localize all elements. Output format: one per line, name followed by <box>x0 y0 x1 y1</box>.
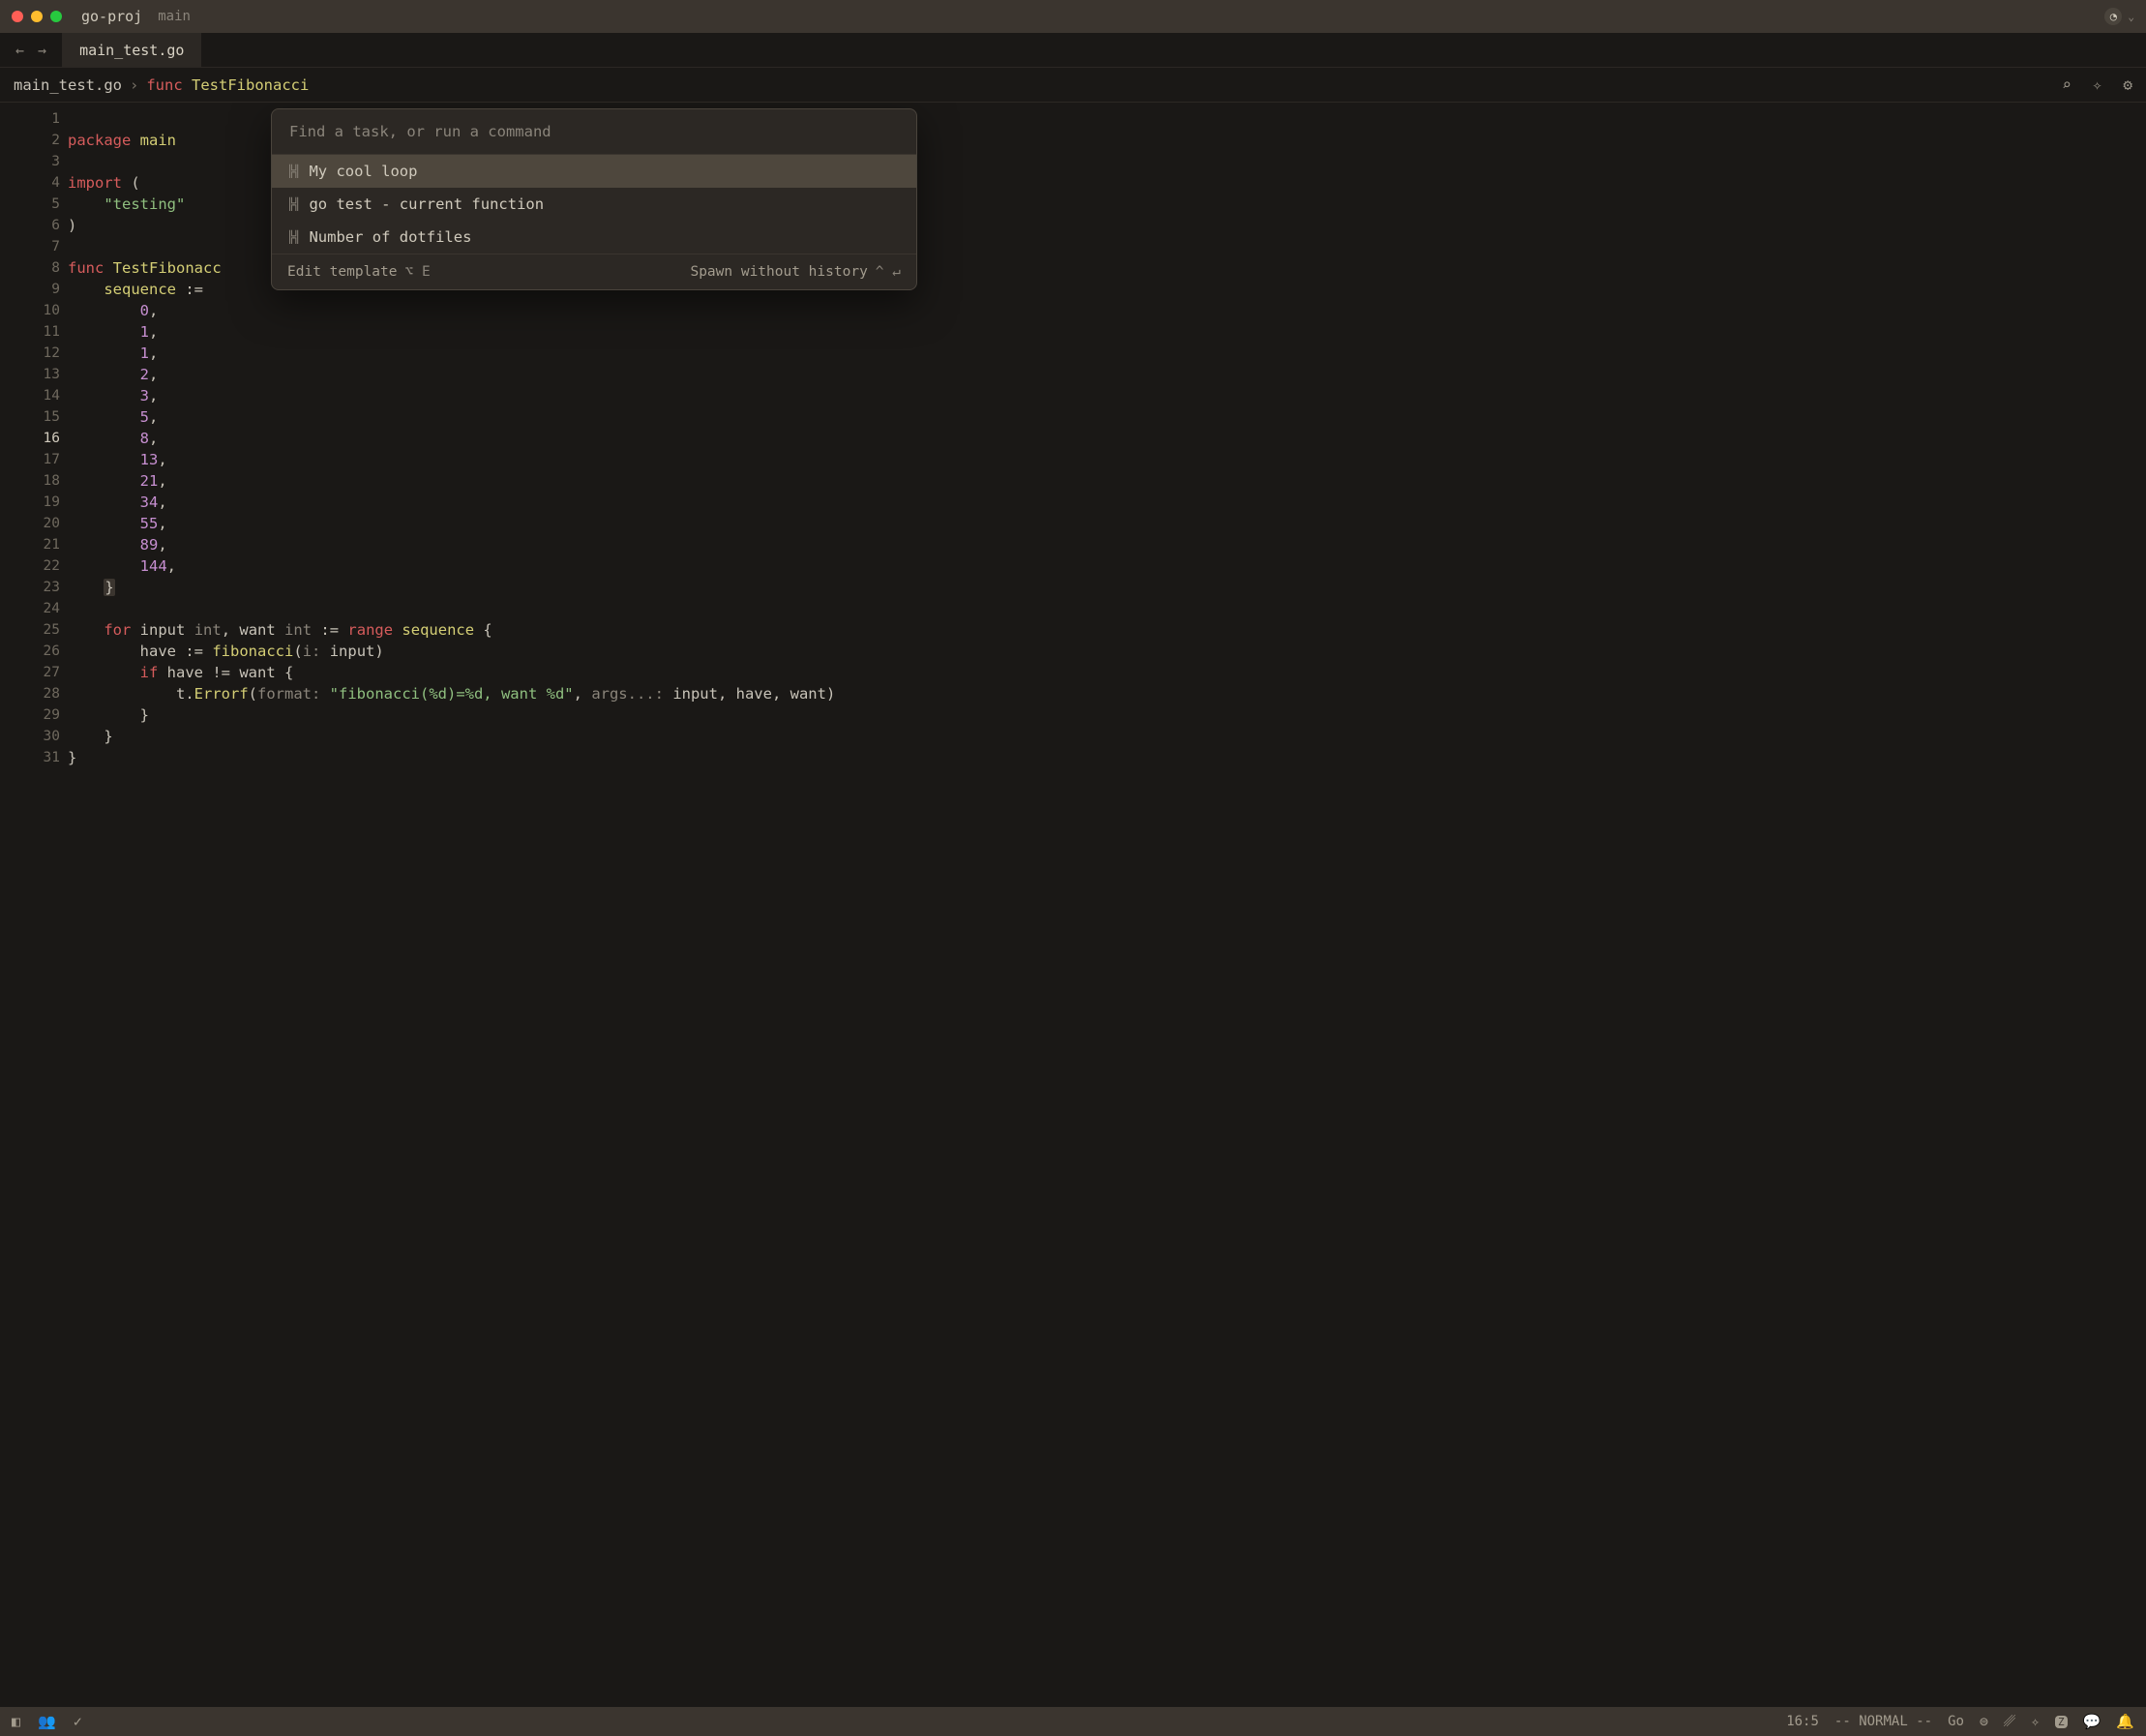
gutter-line: 15 <box>0 406 60 428</box>
ai-assist-icon[interactable]: ✧ <box>2031 1713 2040 1730</box>
breadcrumb-sep: › <box>130 76 138 94</box>
breadcrumb-bar: main_test.go › func TestFibonacci ⌕ ✧ ⚙ <box>0 68 2146 103</box>
project-name: go-proj <box>81 8 142 25</box>
ai-sparkle-icon[interactable]: ✧ <box>2093 75 2102 94</box>
tab-main-test-go[interactable]: main_test.go <box>62 33 202 67</box>
git-branch[interactable]: main <box>158 9 191 24</box>
search-icon[interactable]: ⌕ <box>2062 75 2071 94</box>
gutter-line: 16 <box>0 428 60 449</box>
user-avatar-icon[interactable]: ◔ <box>2104 8 2122 25</box>
diagnostics-ok-icon[interactable]: ✓ <box>74 1713 82 1730</box>
gutter-line: 12 <box>0 343 60 364</box>
gutter-line: 6 <box>0 215 60 236</box>
gutter-line: 10 <box>0 300 60 321</box>
cursor-position[interactable]: 16:5 <box>1786 1714 1819 1729</box>
gutter-line: 19 <box>0 492 60 513</box>
task-tree-icon: ╠╣ <box>287 197 299 211</box>
gutter-line: 7 <box>0 236 60 257</box>
terminal-icon[interactable]: ␥ <box>2004 1713 2015 1730</box>
notifications-icon[interactable]: 🔔 <box>2116 1713 2134 1730</box>
gutter-line: 18 <box>0 470 60 492</box>
minimize-window[interactable] <box>31 11 43 22</box>
gutter-line: 5 <box>0 194 60 215</box>
vim-mode: -- NORMAL -- <box>1834 1714 1932 1729</box>
breadcrumb-kw: func <box>146 76 182 94</box>
palette-item-label: Number of dotfiles <box>309 228 471 246</box>
command-palette: ╠╣ My cool loop ╠╣ go test - current functi… <box>271 108 917 290</box>
gutter-line: 3 <box>0 151 60 172</box>
gutter-line: 23 <box>0 577 60 598</box>
breadcrumb-fn[interactable]: TestFibonacci <box>192 76 309 94</box>
nav-forward-icon[interactable]: → <box>38 42 46 59</box>
palette-item[interactable]: ╠╣ My cool loop <box>272 155 916 188</box>
language-mode[interactable]: Go <box>1948 1714 1964 1729</box>
tab-label: main_test.go <box>79 42 184 59</box>
palette-item-label: go test - current function <box>309 195 544 213</box>
palette-item[interactable]: ╠╣ go test - current function <box>272 188 916 221</box>
palette-input[interactable] <box>272 109 916 154</box>
gutter-line: 25 <box>0 619 60 641</box>
gutter-line: 2 <box>0 130 60 151</box>
gutter-line: 31 <box>0 747 60 768</box>
gutter-line: 8 <box>0 257 60 279</box>
gutter-line: 27 <box>0 662 60 683</box>
palette-edit-kbd: ⌥ E <box>405 264 431 280</box>
panel-left-icon[interactable]: ◧ <box>12 1713 20 1730</box>
tabstrip: ← → main_test.go <box>0 33 2146 68</box>
code-area[interactable]: package main import ( "testing" ) func T… <box>68 103 2146 1707</box>
statusbar: ◧ 👥 ✓ 16:5 -- NORMAL -- Go ⊜ ␥ ✧ Z 💬 🔔 <box>0 1707 2146 1736</box>
gutter-line: 21 <box>0 534 60 555</box>
gutter-line: 14 <box>0 385 60 406</box>
gutter-line: 1 <box>0 108 60 130</box>
settings-sliders-icon[interactable]: ⚙ <box>2123 75 2132 94</box>
task-tree-icon: ╠╣ <box>287 230 299 244</box>
gutter-line: 30 <box>0 726 60 747</box>
breadcrumb-file[interactable]: main_test.go <box>14 76 122 94</box>
zoom-window[interactable] <box>50 11 62 22</box>
palette-edit-template[interactable]: Edit template <box>287 264 398 280</box>
gutter-line: 17 <box>0 449 60 470</box>
chevron-down-icon[interactable]: ⌄ <box>2128 11 2134 23</box>
gutter-line: 24 <box>0 598 60 619</box>
editor[interactable]: 1234567891011121314151617181920212223242… <box>0 103 2146 1707</box>
palette-item-label: My cool loop <box>309 163 417 180</box>
titlebar: go-proj main ◔ ⌄ <box>0 0 2146 33</box>
copilot-icon[interactable]: ⊜ <box>1980 1713 1988 1730</box>
gutter-line: 11 <box>0 321 60 343</box>
zed-icon[interactable]: Z <box>2055 1716 2068 1728</box>
gutter-line: 13 <box>0 364 60 385</box>
palette-spawn-kbd: ^ ↵ <box>876 264 901 280</box>
close-window[interactable] <box>12 11 23 22</box>
palette-item[interactable]: ╠╣ Number of dotfiles <box>272 221 916 254</box>
gutter-line: 26 <box>0 641 60 662</box>
task-tree-icon: ╠╣ <box>287 165 299 178</box>
gutter-line: 20 <box>0 513 60 534</box>
gutter-line: 29 <box>0 704 60 726</box>
collaborators-icon[interactable]: 👥 <box>38 1713 56 1730</box>
traffic-lights <box>12 11 62 22</box>
chat-icon[interactable]: 💬 <box>2083 1713 2101 1730</box>
gutter-line: 28 <box>0 683 60 704</box>
gutter-line: 9 <box>0 279 60 300</box>
gutter-line: 4 <box>0 172 60 194</box>
palette-spawn[interactable]: Spawn without history <box>690 264 867 280</box>
gutter-line: 22 <box>0 555 60 577</box>
nav-back-icon[interactable]: ← <box>15 42 24 59</box>
gutter: 1234567891011121314151617181920212223242… <box>0 103 68 1707</box>
